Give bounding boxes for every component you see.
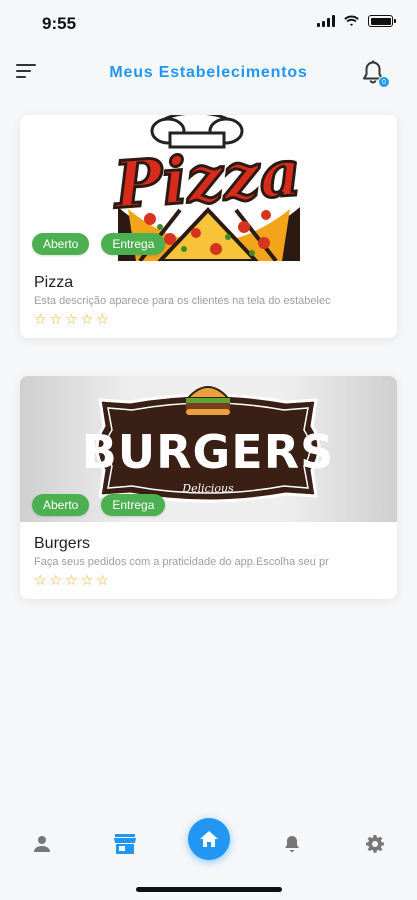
rating-stars: ☆ ☆ ☆ ☆ ☆ [34, 312, 383, 326]
delivery-badge: Entrega [101, 233, 166, 255]
home-indicator [136, 887, 282, 892]
nav-home[interactable] [188, 818, 230, 860]
nav-establishments[interactable] [111, 830, 139, 858]
wifi-icon [343, 15, 360, 27]
signal-icon [317, 15, 335, 27]
nav-profile[interactable] [28, 830, 56, 858]
app-header: Meus Estabelecimentos 0 [0, 52, 417, 96]
establishment-description: Faça seus pedidos com a praticidade do a… [34, 556, 329, 568]
star-icon: ☆ [96, 572, 109, 588]
burgers-logo-text: BURGERS [82, 425, 335, 479]
status-icons [317, 15, 396, 27]
burgers-logo-image: BURGERS Delicious Aberto Entrega [20, 376, 397, 522]
bottom-nav [0, 802, 417, 900]
star-icon: ☆ [34, 572, 47, 588]
store-icon [114, 834, 136, 854]
establishment-card-pizza[interactable]: Pizza Aberto Entrega Pizza Esta descriçã… [20, 115, 397, 338]
gear-icon [366, 835, 384, 853]
rating-stars: ☆ ☆ ☆ ☆ ☆ [34, 573, 383, 587]
status-bar: 9:55 [0, 0, 417, 48]
burgers-logo-subtext: Delicious [181, 482, 234, 495]
star-icon: ☆ [49, 311, 63, 327]
badges: Aberto Entrega [32, 233, 166, 255]
establishment-name: Pizza [34, 274, 74, 291]
star-icon: ☆ [96, 311, 109, 327]
pizza-logo-image: Pizza Aberto Entrega [20, 115, 397, 261]
star-icon: ☆ [80, 572, 94, 588]
pizza-logo-text: Pizza [110, 136, 303, 224]
person-icon [34, 836, 50, 852]
status-badge: Aberto [32, 494, 90, 516]
delivery-badge: Entrega [101, 494, 166, 516]
star-icon: ☆ [80, 311, 94, 327]
status-badge: Aberto [32, 233, 90, 255]
star-icon: ☆ [49, 572, 63, 588]
badges: Aberto Entrega [32, 494, 166, 516]
notification-badge: 0 [378, 76, 390, 88]
notifications-button[interactable]: 0 [361, 60, 390, 90]
nav-settings[interactable] [361, 830, 389, 858]
page-title: Meus Estabelecimentos [109, 64, 308, 81]
nav-notifications[interactable] [278, 830, 306, 858]
establishment-description: Esta descrição aparece para os clientes … [34, 295, 331, 307]
star-icon: ☆ [34, 311, 47, 327]
battery-icon [368, 15, 396, 27]
bell-icon [285, 836, 299, 852]
star-icon: ☆ [65, 311, 78, 327]
status-time: 9:55 [42, 14, 77, 33]
establishment-name: Burgers [34, 535, 91, 552]
home-icon [200, 831, 218, 847]
establishment-card-burgers[interactable]: BURGERS Delicious Aberto Entrega Burgers… [20, 376, 397, 599]
star-icon: ☆ [65, 572, 78, 588]
